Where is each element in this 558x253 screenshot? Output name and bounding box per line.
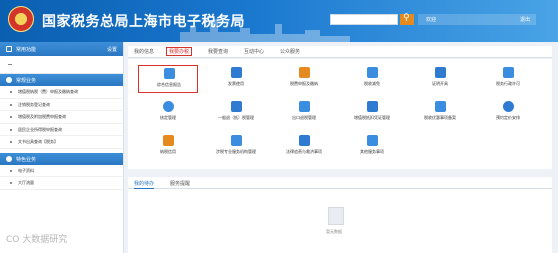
- func-certificate[interactable]: 证明开具: [410, 65, 470, 93]
- function-grid: 综合信息报告 发票使用 税费申报及缴纳 税收减免 证明开具 税务行政许可 核定管…: [128, 59, 552, 169]
- func-other-services[interactable]: 其他服务事项: [342, 133, 402, 161]
- search-input[interactable]: [330, 14, 398, 25]
- sidebar-item-label: 增值税及附加税费申报查询: [18, 114, 66, 119]
- func-refund[interactable]: 一般退（抵）税管理: [206, 99, 266, 127]
- report-icon: [164, 68, 175, 79]
- pricing-icon: [503, 101, 514, 112]
- func-label: 税务行政许可: [496, 81, 520, 86]
- agency-icon: [231, 135, 242, 146]
- tab-interaction[interactable]: 互动中心: [244, 48, 264, 57]
- watermark: CO 大数据研究: [6, 235, 68, 245]
- sidebar-item-label: 注销税务登记查询: [18, 101, 50, 107]
- sidebar-settings-link[interactable]: 设置: [107, 46, 117, 53]
- section-icon: [6, 155, 12, 162]
- func-label: 一般退（抵）税管理: [218, 115, 254, 120]
- section-icon: [6, 77, 12, 83]
- welcome-text: 欢迎: [426, 17, 437, 23]
- site-header: 国家税务总局上海市电子税务局 欢迎 退出: [0, 0, 558, 42]
- deduction-icon: [367, 101, 378, 112]
- user-info: 欢迎: [418, 14, 536, 25]
- site-title: 国家税务总局上海市电子税务局: [42, 14, 245, 30]
- func-vat-deduction[interactable]: 增值税抵扣凭证管理: [342, 99, 402, 127]
- func-declaration[interactable]: 税费申报及缴纳: [274, 65, 334, 93]
- main-content: 我的信息 我要办税 我要查询 互动中心 公众服务 综合信息报告 发票使用 税费申…: [128, 46, 552, 253]
- empty-document-icon: [328, 207, 344, 225]
- func-label: 预约定价安排: [496, 115, 520, 120]
- export-icon: [299, 101, 310, 112]
- func-agency[interactable]: 涉税专业服务机构管理: [206, 133, 266, 161]
- legal-icon: [299, 135, 310, 146]
- main-tabs: 我的信息 我要办税 我要查询 互动中心 公众服务: [128, 46, 552, 58]
- func-export-refund[interactable]: 出口退税管理: [274, 99, 334, 127]
- star-icon: [6, 46, 12, 52]
- credit-icon: [163, 135, 174, 146]
- refund-icon: [231, 101, 242, 112]
- func-label: 增值税抵扣凭证管理: [354, 115, 390, 120]
- func-label: 核定管理: [160, 115, 176, 120]
- tab-my-todo[interactable]: 我的待办: [134, 180, 155, 189]
- sidebar-section-common[interactable]: 常规业务: [0, 74, 123, 86]
- tab-tax-handling[interactable]: 我要办税: [166, 47, 193, 56]
- func-label: 税收优惠事项备案: [424, 115, 456, 120]
- func-label: 综合信息报告: [157, 82, 181, 87]
- todo-tabs: 我的待办 服务提醒: [128, 177, 552, 189]
- relief-icon: [367, 67, 378, 78]
- sidebar-item[interactable]: 增值税纳税（费）申报及缴纳查询: [0, 86, 123, 99]
- collapse-icon[interactable]: [8, 64, 12, 65]
- sidebar-item[interactable]: 注销税务登记查询: [0, 99, 123, 111]
- todo-panel: 我的待办 服务提醒 暂无数据: [128, 177, 552, 253]
- func-label: 税费申报及缴纳: [290, 81, 318, 86]
- tab-query[interactable]: 我要查询: [208, 48, 228, 57]
- tab-service-reminder[interactable]: 服务提醒: [170, 180, 190, 187]
- sidebar-item-label: 居民企业所得税申报查询: [18, 126, 62, 132]
- empty-text: 暂无数据: [326, 229, 342, 234]
- func-verification[interactable]: 核定管理: [138, 99, 198, 127]
- func-admin-permit[interactable]: 税务行政许可: [478, 65, 538, 93]
- func-credit[interactable]: 纳税信用: [138, 133, 198, 161]
- sidebar-item-label: 文书出具查询【税务】: [18, 139, 58, 144]
- sidebar-item-label: 电子资料: [18, 167, 34, 173]
- func-label: 其他服务事项: [360, 149, 384, 154]
- search-button[interactable]: [400, 13, 414, 25]
- filing-icon: [435, 101, 446, 112]
- sidebar-common-list: [0, 56, 123, 74]
- permit-icon: [503, 67, 514, 78]
- sidebar-item[interactable]: 大厅流量: [0, 177, 123, 190]
- sidebar-item[interactable]: 电子资料: [0, 165, 123, 177]
- sidebar-item-label: 增值税纳税（费）申报及缴纳查询: [18, 89, 78, 94]
- exit-link[interactable]: 退出: [520, 16, 530, 23]
- func-label: 出口退税管理: [292, 115, 316, 120]
- sidebar-item[interactable]: 居民企业所得税申报查询: [0, 124, 123, 136]
- func-comprehensive-report[interactable]: 综合信息报告: [138, 65, 198, 93]
- func-label: 发票使用: [228, 81, 244, 86]
- other-services-icon: [367, 135, 378, 146]
- func-tax-relief[interactable]: 税收减免: [342, 65, 402, 93]
- declaration-icon: [299, 67, 310, 78]
- certificate-icon: [435, 67, 446, 78]
- tax-emblem-logo: [8, 6, 34, 32]
- func-label: 证明开具: [432, 81, 448, 86]
- func-label: 法律追责与救济事项: [286, 149, 322, 154]
- sidebar-section-special-title: 特色业务: [16, 156, 37, 163]
- tab-public-service[interactable]: 公众服务: [280, 48, 300, 57]
- sidebar: 常用功能 设置 常规业务 增值税纳税（费）申报及缴纳查询 注销税务登记查询 增值…: [0, 42, 124, 253]
- tab-my-info[interactable]: 我的信息: [134, 48, 154, 57]
- func-label: 涉税专业服务机构管理: [216, 149, 256, 154]
- verification-icon: [163, 101, 174, 112]
- sidebar-item[interactable]: 文书出具查询【税务】: [0, 136, 123, 149]
- invoice-icon: [231, 67, 242, 78]
- func-preference-filing[interactable]: 税收优惠事项备案: [410, 99, 470, 127]
- func-legal-remedy[interactable]: 法律追责与救济事项: [274, 133, 334, 161]
- sidebar-section-special[interactable]: 特色业务: [0, 152, 123, 165]
- sidebar-item[interactable]: 增值税及附加税费申报查询: [0, 111, 123, 124]
- func-pricing[interactable]: 预约定价安排: [478, 99, 538, 127]
- func-label: 纳税信用: [160, 149, 176, 154]
- sidebar-common-title: 常用功能: [16, 47, 37, 53]
- func-invoice[interactable]: 发票使用: [206, 65, 266, 93]
- func-label: 税收减免: [364, 81, 380, 86]
- sidebar-common-header: 常用功能 设置: [0, 42, 123, 56]
- sidebar-item-label: 大厅流量: [18, 180, 34, 185]
- sidebar-section-common-title: 常规业务: [16, 78, 37, 84]
